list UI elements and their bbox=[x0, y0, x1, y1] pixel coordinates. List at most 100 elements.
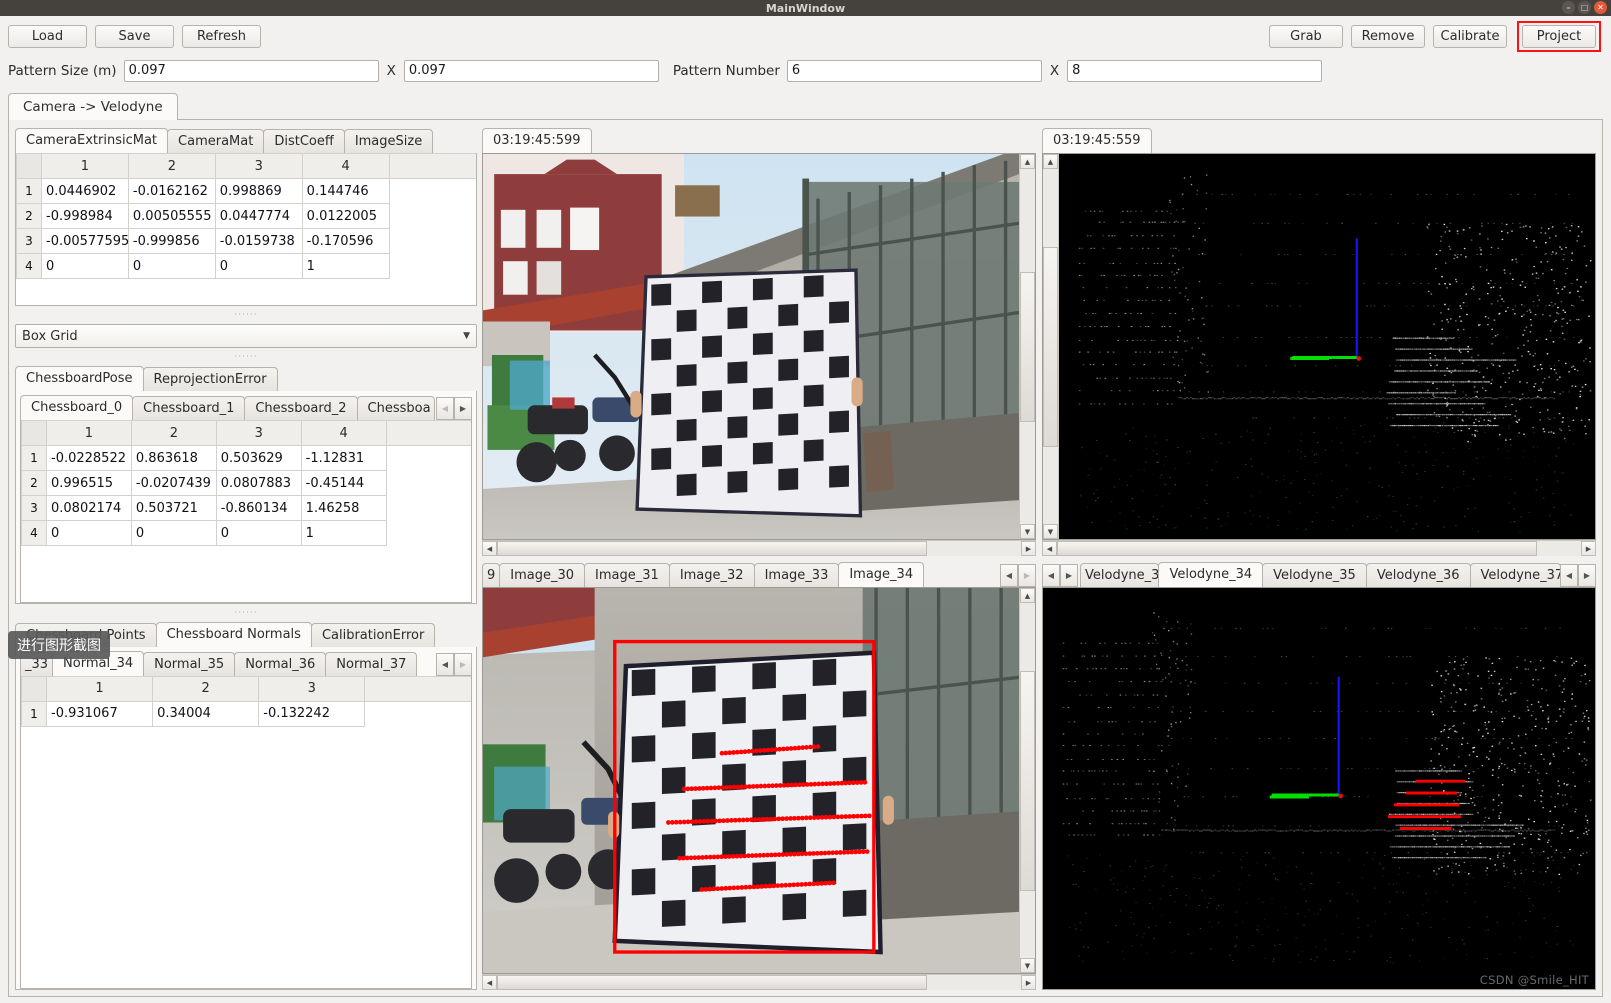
tab-imagesize[interactable]: ImageSize bbox=[344, 129, 433, 153]
cell[interactable]: 1 bbox=[301, 521, 386, 546]
scroll-left-icon[interactable]: ◀ bbox=[436, 397, 454, 420]
cell[interactable]: 0.0807883 bbox=[216, 471, 301, 496]
refresh-button[interactable]: Refresh bbox=[182, 25, 261, 48]
tab-velodyne-34[interactable]: Velodyne_34 bbox=[1158, 562, 1263, 587]
cell[interactable]: 0 bbox=[215, 254, 302, 279]
cell[interactable]: -0.132242 bbox=[259, 701, 365, 726]
scroll-up-icon[interactable]: ▲ bbox=[1020, 154, 1035, 169]
cell[interactable]: 1 bbox=[302, 254, 389, 279]
camera-top-horizontal-scrollbar[interactable]: ◀ ▶ bbox=[482, 540, 1036, 556]
cell[interactable]: -0.45144 bbox=[301, 471, 386, 496]
load-button[interactable]: Load bbox=[8, 25, 87, 48]
scroll-track[interactable] bbox=[1020, 603, 1035, 671]
cell[interactable]: 0.144746 bbox=[302, 179, 389, 204]
scroll-track[interactable] bbox=[1020, 422, 1035, 525]
table-row[interactable]: 1 -0.931067 0.34004 -0.132242 bbox=[22, 701, 472, 726]
cell[interactable]: 0 bbox=[42, 254, 129, 279]
cell[interactable]: -0.999856 bbox=[128, 229, 215, 254]
velodyne-pointcloud-canvas-top[interactable] bbox=[1059, 154, 1595, 539]
scroll-track[interactable] bbox=[927, 975, 1021, 990]
cell[interactable]: 0 bbox=[216, 521, 301, 546]
table-row[interactable]: 1 -0.0228522 0.863618 0.503629 -1.12831 bbox=[22, 446, 472, 471]
remove-button[interactable]: Remove bbox=[1351, 25, 1425, 48]
cell[interactable]: 0.34004 bbox=[153, 701, 259, 726]
cell[interactable]: -0.170596 bbox=[302, 229, 389, 254]
tab-distcoeff[interactable]: DistCoeff bbox=[263, 129, 344, 153]
tab-image-33[interactable]: Image_33 bbox=[754, 563, 840, 587]
camera-bottom-vertical-scrollbar[interactable]: ▲ ▼ bbox=[1019, 588, 1035, 973]
velodyne-top-vertical-scrollbar[interactable]: ▲ ▼ bbox=[1043, 154, 1059, 539]
tab-velodyne-33[interactable]: Velodyne_33 bbox=[1080, 563, 1159, 587]
cell[interactable]: 0.0122005 bbox=[302, 204, 389, 229]
camera-image-canvas-top[interactable] bbox=[483, 154, 1019, 539]
cell[interactable]: 0 bbox=[131, 521, 216, 546]
pattern-type-combo[interactable]: Box Grid ▼ bbox=[15, 324, 477, 348]
splitter-handle-3[interactable]: ······ bbox=[15, 610, 477, 616]
splitter-handle-1[interactable]: ······ bbox=[15, 312, 477, 318]
scroll-track[interactable] bbox=[927, 541, 1021, 556]
cell[interactable]: 0.0802174 bbox=[47, 496, 132, 521]
maximize-button[interactable]: □ bbox=[1578, 1, 1591, 14]
cell[interactable]: 0.0446902 bbox=[42, 179, 129, 204]
table-row[interactable]: 3 -0.00577595 -0.999856 -0.0159738 -0.17… bbox=[17, 229, 477, 254]
tab-velodyne-timestamp-top[interactable]: 03:19:45:559 bbox=[1042, 128, 1152, 153]
tab-normal-36[interactable]: Normal_36 bbox=[234, 652, 326, 676]
scroll-left-icon[interactable]: ◀ bbox=[436, 653, 454, 676]
cell[interactable]: 1.46258 bbox=[301, 496, 386, 521]
scroll-right-icon[interactable]: ▶ bbox=[1018, 564, 1036, 587]
tab-velodyne-35[interactable]: Velodyne_35 bbox=[1262, 563, 1367, 587]
cell[interactable]: 0 bbox=[47, 521, 132, 546]
cell[interactable]: 0 bbox=[128, 254, 215, 279]
tab-velodyne-37[interactable]: Velodyne_37 bbox=[1470, 563, 1561, 587]
tab-chessboard-1[interactable]: Chessboard_1 bbox=[132, 396, 245, 420]
tab-chessboard-normals[interactable]: Chessboard Normals bbox=[156, 622, 312, 647]
tab-chessboard-3[interactable]: Chessboa bbox=[357, 396, 435, 420]
cell[interactable]: 0.863618 bbox=[131, 446, 216, 471]
cell[interactable]: 0.503721 bbox=[131, 496, 216, 521]
tab-image-34[interactable]: Image_34 bbox=[838, 562, 924, 587]
velodyne-pointcloud-canvas-bottom[interactable] bbox=[1043, 588, 1595, 989]
scroll-track[interactable] bbox=[1043, 169, 1058, 247]
close-button[interactable]: ✕ bbox=[1594, 1, 1607, 14]
tab-chessboard-0[interactable]: Chessboard_0 bbox=[20, 395, 133, 420]
scroll-up-icon[interactable]: ▲ bbox=[1043, 154, 1058, 169]
tab-velodyne-36[interactable]: Velodyne_36 bbox=[1366, 563, 1471, 587]
tab-image-30[interactable]: Image_30 bbox=[499, 563, 585, 587]
scroll-left-icon[interactable]: ◀ bbox=[1042, 541, 1057, 556]
cell[interactable]: -0.860134 bbox=[216, 496, 301, 521]
grab-button[interactable]: Grab bbox=[1269, 25, 1343, 48]
cell[interactable]: -1.12831 bbox=[301, 446, 386, 471]
scroll-left-icon[interactable]: ◀ bbox=[1042, 564, 1060, 587]
scroll-track[interactable] bbox=[1043, 447, 1058, 525]
table-row[interactable]: 2 -0.998984 0.00505555 0.0447774 0.01220… bbox=[17, 204, 477, 229]
table-row[interactable]: 4 0 0 0 1 bbox=[22, 521, 472, 546]
scroll-thumb[interactable] bbox=[497, 975, 927, 990]
table-row[interactable]: 2 0.996515 -0.0207439 0.0807883 -0.45144 bbox=[22, 471, 472, 496]
tab-normal-37[interactable]: Normal_37 bbox=[325, 652, 417, 676]
tab-calibrationerror[interactable]: CalibrationError bbox=[311, 623, 435, 647]
scroll-right-icon[interactable]: ▶ bbox=[1021, 541, 1036, 556]
cell[interactable]: -0.998984 bbox=[42, 204, 129, 229]
tab-camera-velodyne[interactable]: Camera -> Velodyne bbox=[8, 93, 178, 120]
scroll-right-icon[interactable]: ▶ bbox=[454, 653, 472, 676]
scroll-thumb[interactable] bbox=[1043, 247, 1058, 447]
scroll-left-icon[interactable]: ◀ bbox=[1000, 564, 1018, 587]
scroll-track[interactable] bbox=[1020, 891, 1035, 959]
scroll-track[interactable] bbox=[1537, 541, 1581, 556]
table-row[interactable]: 3 0.0802174 0.503721 -0.860134 1.46258 bbox=[22, 496, 472, 521]
save-button[interactable]: Save bbox=[95, 25, 174, 48]
scroll-down-icon[interactable]: ▼ bbox=[1043, 524, 1058, 539]
pattern-number-x-input[interactable]: 6 bbox=[787, 60, 1042, 82]
scroll-down-icon[interactable]: ▼ bbox=[1020, 524, 1035, 539]
scroll-thumb[interactable] bbox=[1057, 541, 1537, 556]
scroll-right-icon[interactable]: ▶ bbox=[1581, 541, 1596, 556]
tab-cameraextrinsicmat[interactable]: CameraExtrinsicMat bbox=[15, 128, 168, 153]
cell[interactable]: -0.931067 bbox=[47, 701, 153, 726]
cell[interactable]: -0.00577595 bbox=[42, 229, 129, 254]
scroll-right-icon[interactable]: ▶ bbox=[1021, 975, 1036, 990]
velodyne-top-horizontal-scrollbar[interactable]: ◀ ▶ bbox=[1042, 540, 1596, 556]
scroll-left-icon[interactable]: ◀ bbox=[1560, 564, 1578, 587]
tab-camera-timestamp-top[interactable]: 03:19:45:599 bbox=[482, 128, 592, 153]
tab-cameramat[interactable]: CameraMat bbox=[167, 129, 264, 153]
tab-normal-35[interactable]: Normal_35 bbox=[143, 652, 235, 676]
